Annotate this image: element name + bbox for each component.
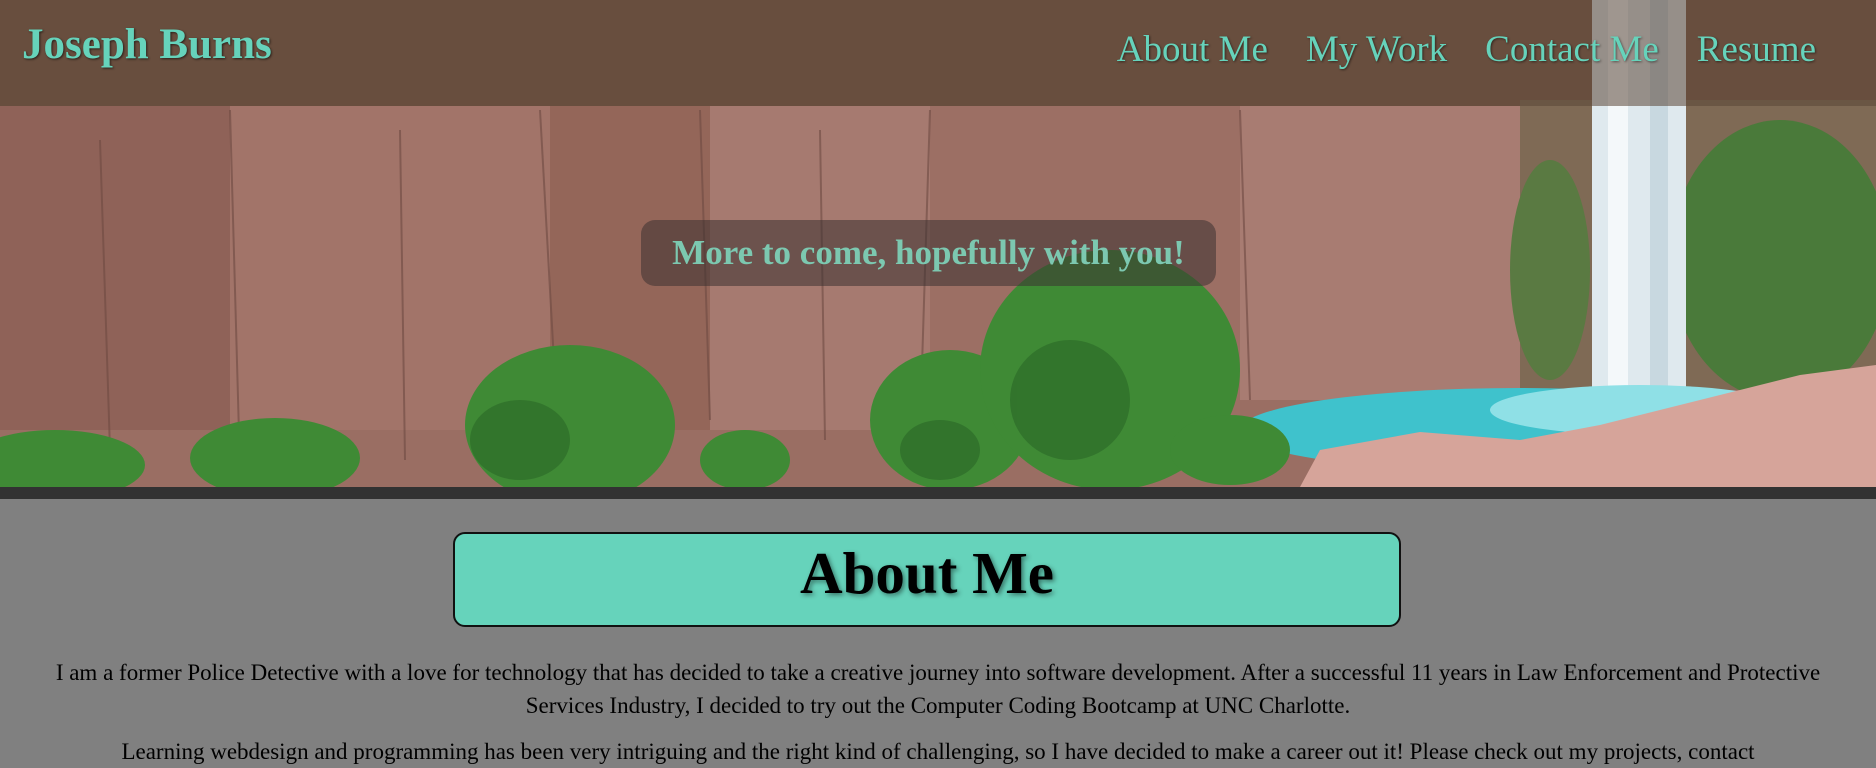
nav-link-contact-me[interactable]: Contact Me <box>1485 29 1659 70</box>
about-paragraph-2: Learning webdesign and programming has b… <box>121 739 1755 764</box>
nav-item-about: About Me <box>1117 28 1268 71</box>
hero-banner: Joseph Burns About Me My Work Contact Me… <box>0 0 1876 487</box>
nav-link-resume[interactable]: Resume <box>1697 29 1816 70</box>
about-heading-box: About Me <box>453 532 1401 627</box>
hero-tagline-box: More to come, hopefully with you! <box>641 220 1216 286</box>
about-section: About Me I am a former Police Detective … <box>0 499 1876 768</box>
nav-item-work: My Work <box>1306 28 1447 71</box>
brand-name[interactable]: Joseph Burns <box>22 20 272 69</box>
about-heading: About Me <box>799 540 1054 606</box>
nav-item-contact: Contact Me <box>1485 28 1659 71</box>
section-divider <box>0 487 1876 499</box>
nav-links: About Me My Work Contact Me Resume <box>1117 28 1816 71</box>
about-paragraph-1: I am a former Police Detective with a lo… <box>55 660 1821 718</box>
hero-tagline: More to come, hopefully with you! <box>672 233 1185 272</box>
top-navbar: Joseph Burns About Me My Work Contact Me… <box>0 0 1876 106</box>
nav-link-my-work[interactable]: My Work <box>1306 29 1447 70</box>
nav-item-resume: Resume <box>1697 28 1816 71</box>
nav-link-about-me[interactable]: About Me <box>1117 29 1268 70</box>
